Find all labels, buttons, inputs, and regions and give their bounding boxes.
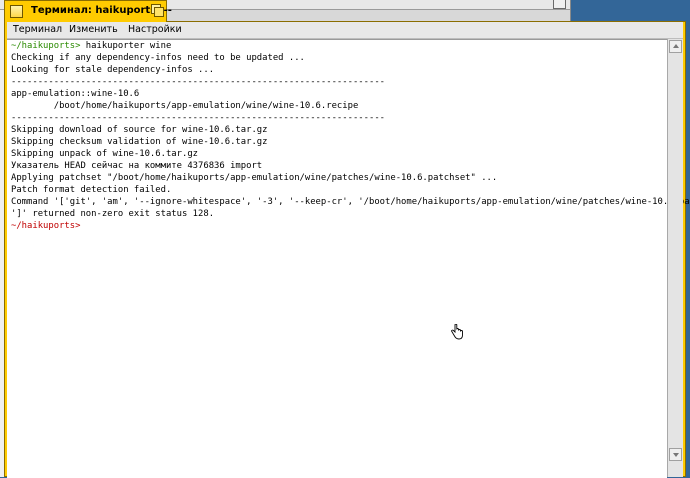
menu-settings[interactable]: Настройки bbox=[128, 24, 182, 35]
terminal-line: /boot/home/haikuports/app-emulation/wine… bbox=[11, 101, 359, 111]
terminal-line: ~/haikuports> haikuporter wine bbox=[11, 41, 171, 51]
terminal-line: ----------------------------------------… bbox=[11, 113, 386, 123]
prompt: ~/haikuports> bbox=[11, 221, 81, 231]
background-zoom-icon[interactable] bbox=[553, 0, 566, 9]
terminal-line: Looking for stale dependency-infos ... bbox=[11, 65, 215, 75]
terminal-line: Checking if any dependency-infos need to… bbox=[11, 53, 305, 63]
zoom-icon[interactable] bbox=[151, 4, 164, 17]
terminal-line: Skipping download of source for wine-10.… bbox=[11, 125, 268, 135]
vertical-scrollbar[interactable] bbox=[667, 39, 683, 477]
menu-edit[interactable]: Изменить bbox=[69, 24, 118, 35]
terminal-line: ']' returned non-zero exit status 128. bbox=[11, 209, 215, 219]
terminal-output[interactable]: ~/haikuports> haikuporter wine Checking … bbox=[7, 39, 690, 478]
terminal-line: Skipping checksum validation of wine-10.… bbox=[11, 137, 268, 147]
prompt: ~/haikuports> bbox=[11, 41, 81, 51]
command-text: haikuporter wine bbox=[80, 41, 172, 51]
terminal-line: Skipping unpack of wine-10.6.tar.gz bbox=[11, 149, 199, 159]
terminal-line: Applying patchset "/boot/home/haikuports… bbox=[11, 173, 498, 183]
terminal-line: Patch format detection failed. bbox=[11, 185, 172, 195]
terminal-line: ~/haikuports> bbox=[11, 221, 80, 231]
menubar: Терминал Изменить Настройки bbox=[7, 22, 683, 39]
window-tab[interactable]: Терминал: haikuports: -- bbox=[4, 0, 172, 22]
scroll-up-icon[interactable] bbox=[669, 40, 682, 53]
terminal-line: app-emulation::wine-10.6 bbox=[11, 89, 140, 99]
terminal-line: Command '['git', 'am', '--ignore-whitesp… bbox=[11, 197, 690, 207]
hand-cursor-icon bbox=[451, 324, 463, 340]
terminal-line: ----------------------------------------… bbox=[11, 77, 386, 87]
scroll-down-icon[interactable] bbox=[669, 448, 682, 461]
terminal-line: Указатель HEAD сейчас на коммите 4376836… bbox=[11, 161, 263, 171]
menu-terminal[interactable]: Терминал bbox=[13, 24, 62, 35]
close-icon[interactable] bbox=[10, 5, 23, 18]
